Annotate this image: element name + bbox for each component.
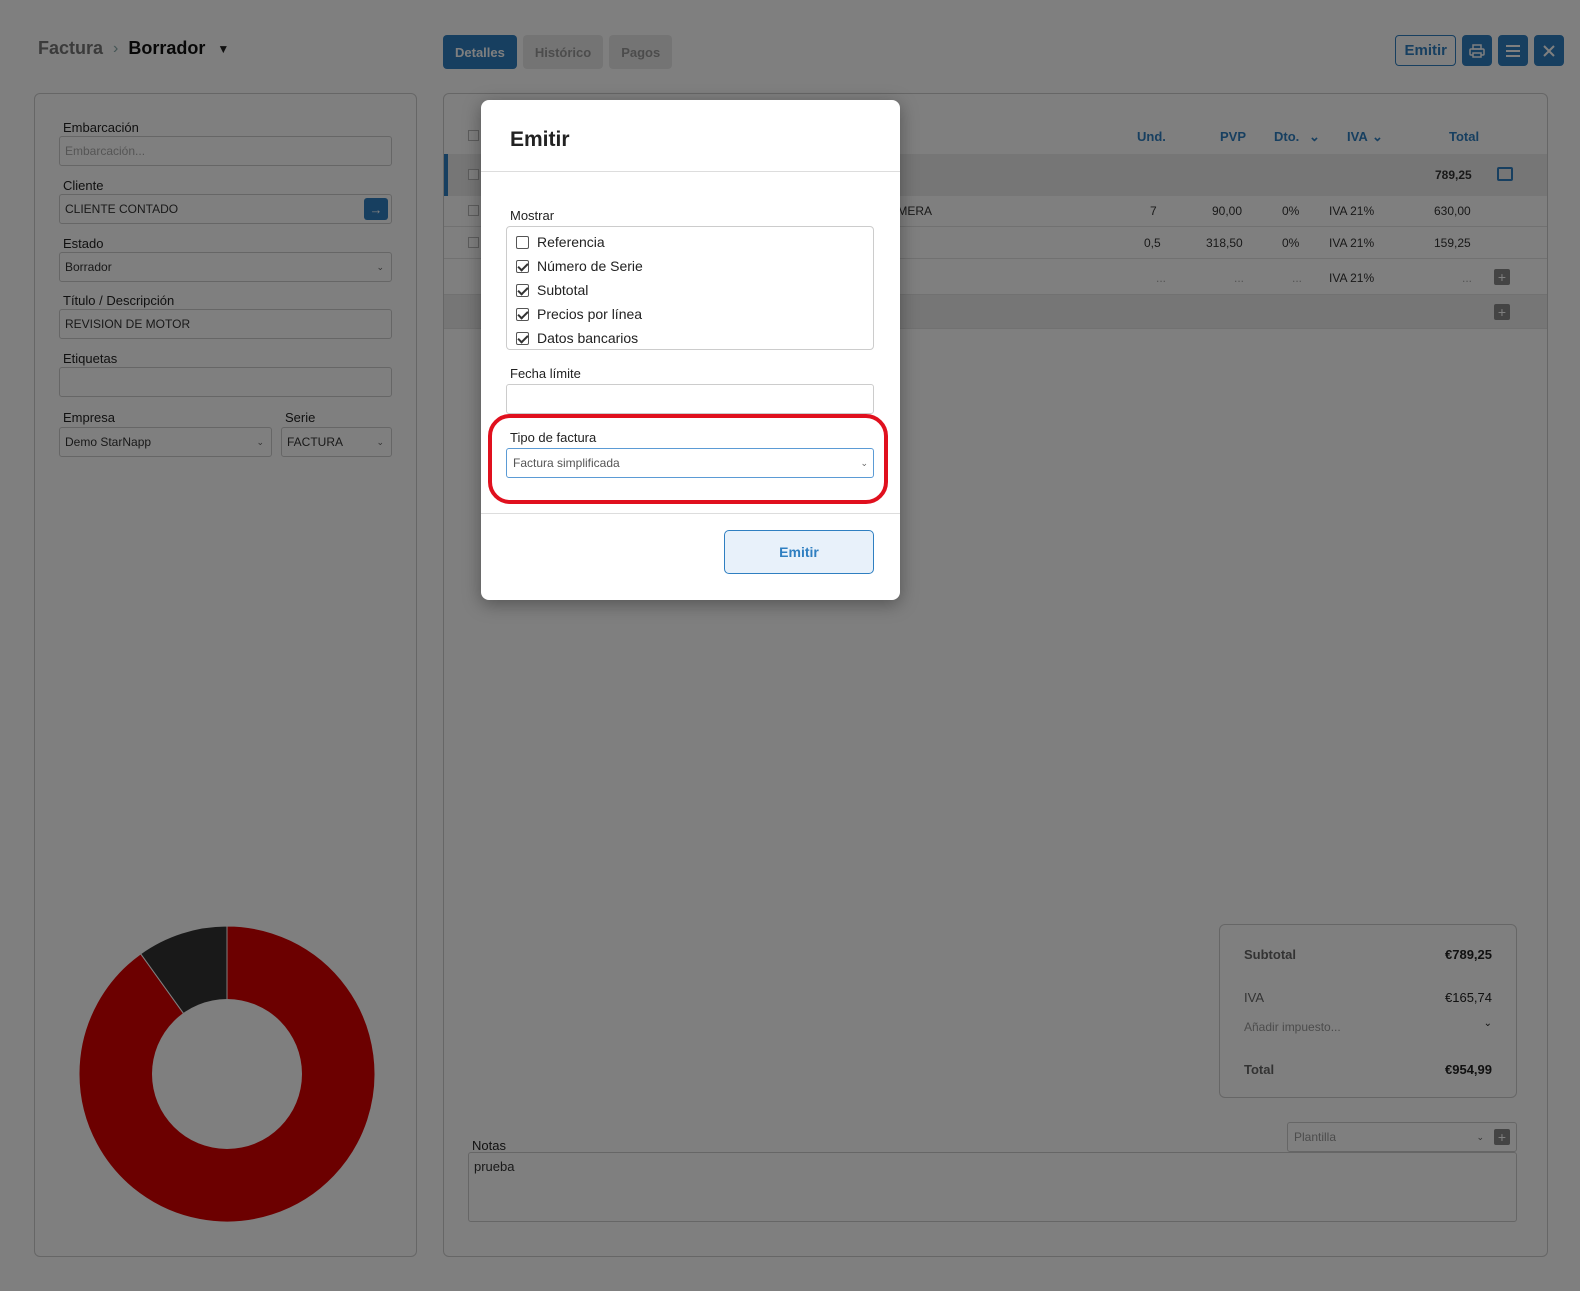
modal-title: Emitir	[510, 128, 570, 151]
fecha-limite-input[interactable]	[506, 384, 874, 414]
option-datos-bancarios[interactable]: Datos bancarios	[516, 330, 638, 346]
fecha-limite-label: Fecha límite	[510, 366, 581, 381]
mostrar-options: Referencia Número de Serie Subtotal Prec…	[506, 226, 874, 350]
tipo-factura-value: Factura simplificada	[513, 456, 620, 470]
option-precios-linea[interactable]: Precios por línea	[516, 306, 642, 322]
checkbox-checked[interactable]	[516, 259, 529, 273]
option-subtotal[interactable]: Subtotal	[516, 282, 588, 298]
modal-divider	[481, 171, 900, 172]
mostrar-label: Mostrar	[510, 208, 555, 223]
emit-modal: Emitir Mostrar Referencia Número de Seri…	[481, 100, 900, 600]
option-label: Datos bancarios	[537, 330, 639, 346]
option-label: Subtotal	[537, 282, 589, 298]
invoice-page: Factura › Borrador ▼ Detalles Histórico …	[0, 0, 1580, 1291]
option-numero-serie[interactable]: Número de Serie	[516, 258, 643, 274]
checkbox-checked[interactable]	[516, 331, 529, 345]
tipo-factura-select[interactable]: Factura simplificada ⌄	[506, 448, 874, 478]
modal-divider	[481, 513, 900, 514]
option-label: Precios por línea	[537, 306, 643, 322]
checkbox-checked[interactable]	[516, 283, 529, 297]
option-referencia[interactable]: Referencia	[516, 234, 605, 250]
option-label: Número de Serie	[537, 258, 643, 274]
tipo-factura-label: Tipo de factura	[510, 430, 597, 445]
chevron-down-icon: ⌄	[860, 457, 868, 468]
option-label: Referencia	[537, 234, 605, 250]
checkbox-unchecked[interactable]	[516, 235, 529, 249]
emit-button[interactable]: Emitir	[724, 530, 874, 574]
checkbox-checked[interactable]	[516, 307, 529, 321]
